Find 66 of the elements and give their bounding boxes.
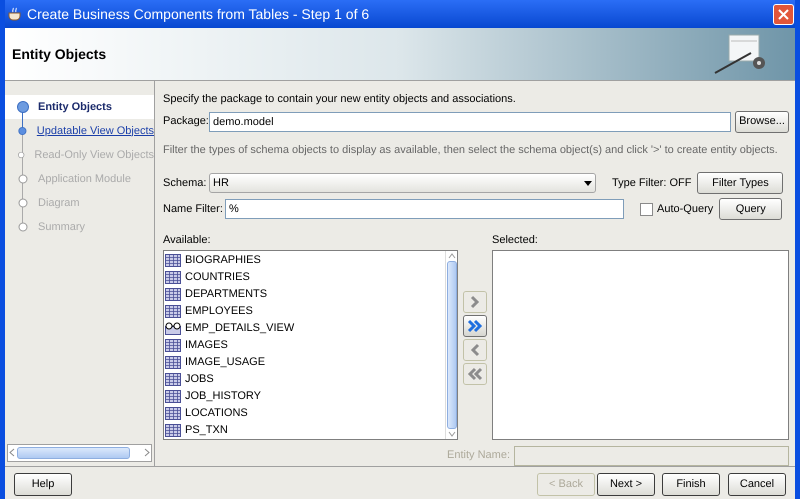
footer-button[interactable]: Next > — [597, 472, 655, 496]
table-icon — [165, 304, 181, 318]
scroll-thumb[interactable] — [17, 446, 130, 458]
wizard-step: Diagram — [38, 194, 80, 212]
list-item[interactable]: LOCATIONS — [185, 404, 248, 422]
list-item[interactable]: BIOGRAPHIES — [185, 252, 261, 268]
dropdown-arrow-icon — [584, 180, 592, 186]
table-icon — [165, 288, 181, 300]
wizard-step[interactable]: Updatable View Objects — [36, 122, 154, 140]
window-title: Create Business Components from Tables - Step 1 of 6 — [27, 4, 370, 24]
available-label: Available: — [163, 233, 212, 248]
instruction-text: Specify the package to contain your new entity objects and associations. — [163, 92, 517, 107]
footer-button[interactable]: Finish — [662, 472, 720, 496]
wizard-step: Application Module — [38, 170, 131, 188]
horizontal-scrollbar[interactable] — [7, 444, 152, 462]
auto-query-checkbox[interactable] — [640, 202, 653, 216]
table-icon — [165, 338, 181, 352]
wizard-step: Summary — [38, 218, 86, 236]
scroll-down-icon[interactable] — [448, 430, 456, 436]
table-icon — [165, 406, 181, 420]
list-item[interactable]: PS_TXN — [185, 422, 228, 438]
close-icon — [778, 8, 789, 20]
name-filter-label: Name Filter: — [163, 202, 224, 217]
filter-types-button[interactable]: Filter Types — [697, 172, 784, 194]
wizard-step: Read-Only View Objects — [34, 146, 154, 164]
list-item[interactable]: DEPARTMENTS — [185, 286, 268, 302]
filter-hint-text: Filter the types of schema objects to display as available, then select the schema object(s) and click '>' to create entity objects. — [163, 142, 779, 158]
package-field[interactable]: demo.model — [209, 112, 731, 132]
list-item[interactable]: JOB_HISTORY — [185, 388, 262, 404]
entity-name-label: Entity Name: — [447, 448, 510, 464]
table-icon — [165, 270, 181, 284]
table-icon — [165, 390, 181, 402]
close-button[interactable] — [773, 4, 794, 24]
scroll-right-icon[interactable] — [144, 448, 150, 457]
name-filter-field[interactable]: % — [225, 199, 624, 219]
list-item[interactable]: EMP_DETAILS_VIEW — [185, 320, 294, 336]
double-chevron-left-icon — [467, 366, 483, 382]
scroll-left-icon[interactable] — [9, 448, 15, 457]
list-item[interactable]: IMAGES — [185, 336, 228, 354]
package-label: Package: — [163, 114, 209, 130]
table-icon — [165, 254, 181, 266]
type-filter-status: Type Filter: OFF — [612, 176, 692, 191]
help-button[interactable]: Help — [14, 472, 72, 496]
scroll-up-icon[interactable] — [448, 252, 456, 258]
browse-button[interactable]: Browse... — [735, 110, 789, 132]
vertical-scrollbar[interactable] — [445, 250, 457, 438]
double-chevron-right-icon — [467, 318, 483, 334]
list-item[interactable]: EMPLOYEES — [185, 302, 253, 320]
table-icon — [165, 424, 181, 436]
available-list[interactable]: BIOGRAPHIES COUNTRIES DEPARTMENTS EMPLOYEES EMP_DETAILS_VIEW IMAGES IMAGE_USAGE JOBS JOB_HISTORY LOCATIONS PS_TXN — [163, 250, 458, 440]
query-button[interactable]: Query — [719, 198, 782, 220]
table-icon — [165, 356, 181, 368]
schema-dropdown[interactable]: HR — [209, 173, 596, 193]
footer-button[interactable]: Cancel — [728, 472, 786, 496]
table-icon — [165, 372, 181, 386]
auto-query-label: Auto-Query — [657, 202, 714, 217]
scroll-thumb[interactable] — [446, 260, 456, 428]
view-icon — [165, 322, 181, 334]
move-all-right-button[interactable] — [463, 314, 487, 337]
cup-icon — [7, 6, 23, 22]
selected-label: Selected: — [492, 233, 539, 248]
schema-label: Schema: — [163, 176, 208, 191]
list-item[interactable]: IMAGE_USAGE — [185, 354, 266, 370]
list-item[interactable]: JOBS — [185, 370, 214, 388]
list-item[interactable]: COUNTRIES — [185, 268, 250, 286]
page-title: Entity Objects — [12, 44, 106, 64]
